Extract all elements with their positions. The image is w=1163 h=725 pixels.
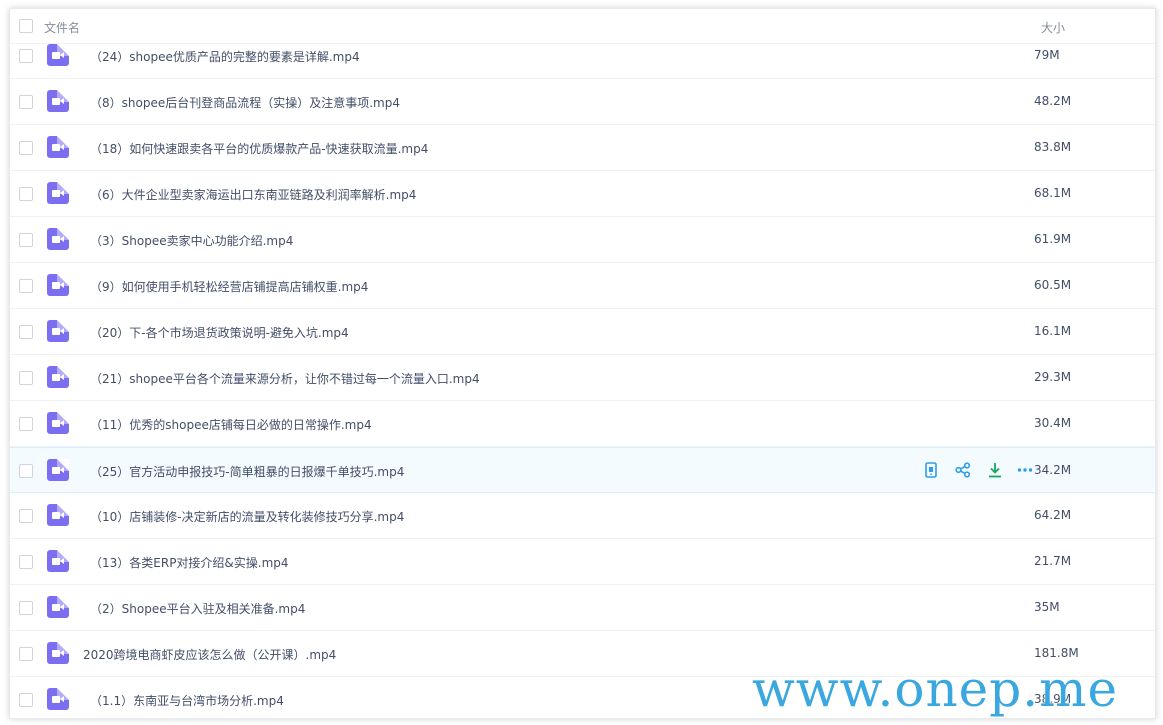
file-name[interactable]: （21）shopee平台各个流量来源分析，让你不错过每一个流量入口.mp4 xyxy=(90,370,480,387)
video-file-icon xyxy=(47,136,69,158)
file-list-panel: 文件名 大小 （24）shopee优质产品的完整的要素是详解.mp4 79M （… xyxy=(9,8,1156,719)
video-file-icon xyxy=(47,642,69,664)
file-name[interactable]: （25）官方活动申报技巧-简单粗暴的日报爆千单技巧.mp4 xyxy=(90,463,404,480)
phone-icon[interactable] xyxy=(922,461,940,479)
row-checkbox[interactable] xyxy=(19,601,33,615)
row-checkbox[interactable] xyxy=(19,555,33,569)
video-file-icon xyxy=(47,550,69,572)
file-size: 79M xyxy=(1034,48,1060,62)
file-name[interactable]: （3）Shopee卖家中心功能介绍.mp4 xyxy=(90,232,293,249)
file-size: 181.8M xyxy=(1034,646,1079,660)
file-name[interactable]: （6）大件企业型卖家海运出口东南亚链路及利润率解析.mp4 xyxy=(90,186,416,203)
file-row[interactable]: （3）Shopee卖家中心功能介绍.mp4 61.9M xyxy=(10,217,1155,263)
file-name[interactable]: （2）Shopee平台入驻及相关准备.mp4 xyxy=(90,600,305,617)
file-size: 29.3M xyxy=(1034,370,1072,384)
file-row[interactable]: （2）Shopee平台入驻及相关准备.mp4 35M xyxy=(10,585,1155,631)
column-header-size[interactable]: 大小 xyxy=(1041,19,1065,36)
file-size: 16.1M xyxy=(1034,324,1072,338)
watermark-text: www.onep.me xyxy=(752,660,1119,718)
file-name[interactable]: （18）如何快速跟卖各平台的优质爆款产品-快速获取流量.mp4 xyxy=(90,140,428,157)
file-size: 35M xyxy=(1034,600,1060,614)
row-checkbox[interactable] xyxy=(19,325,33,339)
download-icon[interactable] xyxy=(986,461,1004,479)
file-row[interactable]: （13）各类ERP对接介绍&实操.mp4 21.7M xyxy=(10,539,1155,585)
file-name[interactable]: （13）各类ERP对接介绍&实操.mp4 xyxy=(90,554,289,571)
row-checkbox[interactable] xyxy=(19,693,33,707)
share-icon[interactable] xyxy=(954,461,972,479)
file-size: 83.8M xyxy=(1034,140,1072,154)
row-checkbox[interactable] xyxy=(19,371,33,385)
row-checkbox[interactable] xyxy=(19,509,33,523)
file-name[interactable]: （24）shopee优质产品的完整的要素是详解.mp4 xyxy=(90,48,360,65)
file-name[interactable]: （10）店铺装修-决定新店的流量及转化装修技巧分享.mp4 xyxy=(90,508,404,525)
file-size: 21.7M xyxy=(1034,554,1072,568)
file-list-header: 文件名 大小 xyxy=(10,9,1155,44)
video-file-icon xyxy=(47,504,69,526)
row-checkbox[interactable] xyxy=(19,417,33,431)
video-file-icon xyxy=(47,412,69,434)
video-file-icon xyxy=(47,320,69,342)
row-checkbox[interactable] xyxy=(19,233,33,247)
file-size: 68.1M xyxy=(1034,186,1072,200)
file-row[interactable]: （21）shopee平台各个流量来源分析，让你不错过每一个流量入口.mp4 29… xyxy=(10,355,1155,401)
file-name[interactable]: （8）shopee后台刊登商品流程（实操）及注意事项.mp4 xyxy=(90,94,400,111)
file-row[interactable]: （8）shopee后台刊登商品流程（实操）及注意事项.mp4 48.2M xyxy=(10,79,1155,125)
video-file-icon xyxy=(47,182,69,204)
more-icon[interactable] xyxy=(1016,461,1034,479)
row-checkbox[interactable] xyxy=(19,464,33,478)
file-row[interactable]: （20）下-各个市场退货政策说明-避免入坑.mp4 16.1M xyxy=(10,309,1155,355)
file-size: 48.2M xyxy=(1034,94,1072,108)
video-file-icon xyxy=(47,688,69,710)
row-checkbox[interactable] xyxy=(19,187,33,201)
row-checkbox[interactable] xyxy=(19,141,33,155)
file-size: 64.2M xyxy=(1034,508,1072,522)
row-checkbox[interactable] xyxy=(19,95,33,109)
select-all-checkbox[interactable] xyxy=(19,19,33,33)
video-file-icon xyxy=(47,596,69,618)
video-file-icon xyxy=(47,274,69,296)
file-size: 60.5M xyxy=(1034,278,1072,292)
file-size: 61.9M xyxy=(1034,232,1072,246)
file-name[interactable]: （9）如何使用手机轻松经营店铺提高店铺权重.mp4 xyxy=(90,278,368,295)
video-file-icon xyxy=(47,44,69,66)
file-name[interactable]: 2020跨境电商虾皮应该怎么做（公开课）.mp4 xyxy=(83,646,336,663)
file-row[interactable]: （9）如何使用手机轻松经营店铺提高店铺权重.mp4 60.5M xyxy=(10,263,1155,309)
video-file-icon xyxy=(47,228,69,250)
row-checkbox[interactable] xyxy=(19,647,33,661)
video-file-icon xyxy=(47,366,69,388)
video-file-icon xyxy=(47,90,69,112)
row-checkbox[interactable] xyxy=(19,279,33,293)
row-checkbox[interactable] xyxy=(19,49,33,63)
file-name[interactable]: （20）下-各个市场退货政策说明-避免入坑.mp4 xyxy=(90,324,349,341)
file-row[interactable]: （6）大件企业型卖家海运出口东南亚链路及利润率解析.mp4 68.1M xyxy=(10,171,1155,217)
file-name[interactable]: （11）优秀的shopee店铺每日必做的日常操作.mp4 xyxy=(90,416,372,433)
file-row-hovered[interactable]: （25）官方活动申报技巧-简单粗暴的日报爆千单技巧.mp4 34.2M xyxy=(10,447,1155,493)
column-header-name[interactable]: 文件名 xyxy=(44,19,80,36)
file-rows: （24）shopee优质产品的完整的要素是详解.mp4 79M （8）shope… xyxy=(10,33,1155,718)
video-file-icon xyxy=(47,459,69,481)
file-row[interactable]: （18）如何快速跟卖各平台的优质爆款产品-快速获取流量.mp4 83.8M xyxy=(10,125,1155,171)
file-row[interactable]: （11）优秀的shopee店铺每日必做的日常操作.mp4 30.4M xyxy=(10,401,1155,447)
file-row[interactable]: （10）店铺装修-决定新店的流量及转化装修技巧分享.mp4 64.2M xyxy=(10,493,1155,539)
file-name[interactable]: （1.1）东南亚与台湾市场分析.mp4 xyxy=(90,692,284,709)
file-size: 30.4M xyxy=(1034,416,1072,430)
file-size: 34.2M xyxy=(1034,463,1072,477)
